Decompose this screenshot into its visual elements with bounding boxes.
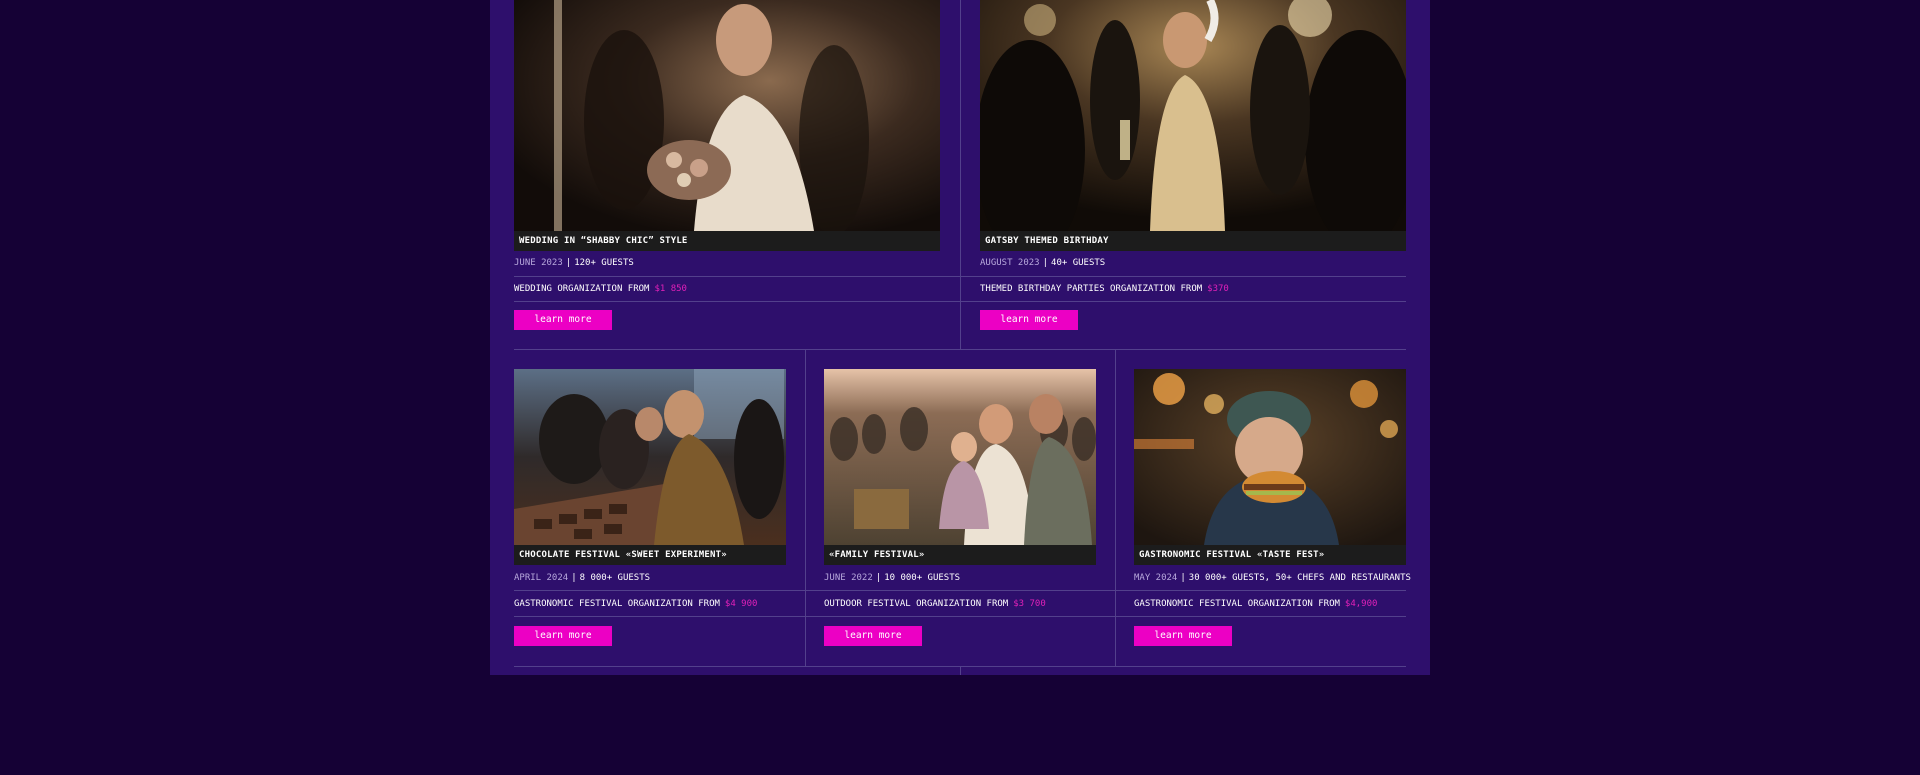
meta-separator: | [875,573,882,583]
event-price-line: WEDDING ORGANIZATION FROM $1 850 [514,283,687,295]
meta-separator: | [565,258,572,268]
event-guests: 8 000+ GUESTS [579,573,651,583]
wedding-photo-icon [514,0,940,231]
event-card-chocolate-festival: CHOCOLATE FESTIVAL «SWEET EXPERIMENT» AP… [514,369,786,666]
event-price: $370 [1207,284,1229,294]
event-price: $1 850 [654,284,687,294]
event-card-wedding: WEDDING IN “SHABBY CHIC” STYLE JUNE 2023… [514,0,940,349]
event-guests: 120+ GUESTS [574,258,634,268]
event-meta: JUNE 2023 | 120+ GUESTS [514,257,634,269]
event-price: $4,900 [1344,599,1378,609]
divider [805,349,806,666]
divider [1115,349,1116,666]
meta-separator: | [571,573,577,583]
event-date: JUNE 2022 [824,573,873,583]
event-price-line: THEMED BIRTHDAY PARTIES ORGANIZATION FRO… [980,283,1229,295]
event-guests: 40+ GUESTS [1051,258,1106,268]
chocolate-festival-photo-icon [514,369,786,545]
gatsby-party-photo-icon [980,0,1406,231]
event-card-gatsby: GATSBY THEMED BIRTHDAY AUGUST 2023 | 40+ G… [980,0,1406,349]
event-date: JUNE 2023 [514,258,563,268]
event-meta: JUNE 2022 | 10 000+ GUESTS [824,572,960,584]
event-price: $3 700 [1013,599,1046,609]
divider [960,666,961,675]
divider [514,666,1406,667]
meta-separator: | [1042,258,1049,268]
learn-more-button[interactable]: learn more [514,626,612,646]
event-service: OUTDOOR FESTIVAL ORGANIZATION FROM [824,599,1009,609]
event-title: GASTRONOMIC FESTIVAL «TASTE FEST» [1134,545,1406,565]
event-guests: 30 000+ GUESTS, 50+ CHEFS AND RESTAURANT… [1188,573,1411,583]
event-price: $4 900 [724,599,758,609]
event-service: THEMED BIRTHDAY PARTIES ORGANIZATION FRO… [980,284,1203,294]
event-meta: APRIL 2024 | 8 000+ GUESTS [514,572,650,584]
event-service: GASTRONOMIC FESTIVAL ORGANIZATION FROM [1134,599,1340,609]
meta-separator: | [1180,573,1186,583]
learn-more-button[interactable]: learn more [514,310,612,330]
event-card-taste-fest: GASTRONOMIC FESTIVAL «TASTE FEST» MAY 20… [1134,369,1411,666]
event-date: AUGUST 2023 [980,258,1040,268]
divider [960,0,961,349]
event-title: «FAMILY FESTIVAL» [824,545,1096,565]
event-price-line: GASTRONOMIC FESTIVAL ORGANIZATION FROM $4… [1134,598,1377,610]
event-meta: MAY 2024 | 30 000+ GUESTS, 50+ CHEFS AND R… [1134,572,1411,584]
taste-fest-photo-icon [1134,369,1406,545]
learn-more-button[interactable]: learn more [1134,626,1232,646]
event-price-line: GASTRONOMIC FESTIVAL ORGANIZATION FROM $4… [514,598,757,610]
event-service: GASTRONOMIC FESTIVAL ORGANIZATION FROM [514,599,720,609]
event-meta: AUGUST 2023 | 40+ GUESTS [980,257,1105,269]
event-title: CHOCOLATE FESTIVAL «SWEET EXPERIMENT» [514,545,786,565]
event-title: GATSBY THEMED BIRTHDAY [980,231,1406,251]
event-guests: 10 000+ GUESTS [884,573,961,583]
family-festival-photo-icon [824,369,1096,545]
event-title: WEDDING IN “SHABBY CHIC” STYLE [514,231,940,251]
learn-more-button[interactable]: learn more [980,310,1078,330]
event-date: APRIL 2024 [514,573,569,583]
learn-more-button[interactable]: learn more [824,626,922,646]
event-date: MAY 2024 [1134,573,1178,583]
event-price-line: OUTDOOR FESTIVAL ORGANIZATION FROM $3 700 [824,598,1046,610]
event-service: WEDDING ORGANIZATION FROM [514,284,650,294]
event-card-family-festival: «FAMILY FESTIVAL» JUNE 2022 | 10 000+ GUES… [824,369,1096,666]
divider [514,349,1406,350]
